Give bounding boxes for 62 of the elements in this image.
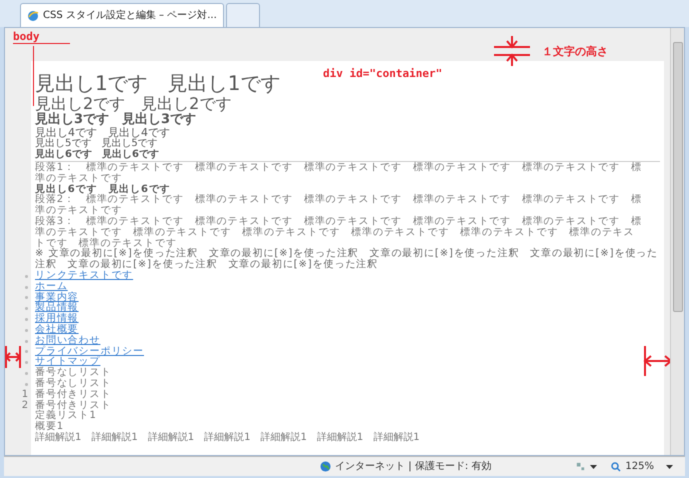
char-height-label: １文字の高さ xyxy=(542,44,608,60)
container-label: div id="container" xyxy=(323,66,442,82)
bullet-icon xyxy=(25,340,28,343)
definition-detail: 詳細解説1 xyxy=(260,432,307,444)
link[interactable]: 事業内容 xyxy=(35,292,79,304)
border-line xyxy=(33,46,34,106)
bullet-icon xyxy=(25,286,28,289)
body-label: body xyxy=(13,30,70,44)
zoom-level-button[interactable]: 125% xyxy=(625,459,654,474)
heading-text: 見出し3です 見出し3です xyxy=(35,113,196,127)
list-number: 1 xyxy=(21,390,29,400)
definition-summary: 概要1 xyxy=(35,422,64,432)
bullet-icon xyxy=(25,274,28,278)
security-zone-text: インターネット | 保護モード: 有効 xyxy=(335,460,492,474)
scroll-thumb[interactable] xyxy=(672,42,682,312)
note-text: ※ 文章の最初に[※]を使った注釈 文章の最初に[※]を使った注釈 文章の最初に[※]を使った注釈 文章の最初に[※]を使った注釈 文章の最初に[※]を使った注釈 文章の最初に[※]を使った注釈 xyxy=(35,249,659,270)
link[interactable]: リンクテキストです xyxy=(35,270,134,282)
definition-detail: 詳細解説1 xyxy=(373,432,420,444)
browser-logo-icon xyxy=(27,10,39,22)
margin-arrow-icon xyxy=(643,346,670,376)
bullet-icon xyxy=(25,350,28,354)
caret-icon xyxy=(590,464,598,468)
margin-arrow-icon xyxy=(5,346,21,368)
bullet-icon xyxy=(25,307,28,310)
list-item: 番号なしリスト xyxy=(35,378,112,389)
definition-term: 定義リスト1 xyxy=(35,411,98,422)
paragraph-text: 段落2： 標準のテキストです 標準のテキストです 標準のテキストです 標準のテキストです 標準のテキストです 標準のテキストです xyxy=(35,195,643,216)
bullet-icon xyxy=(25,361,28,364)
definition-detail: 詳細解説1 xyxy=(91,432,138,444)
heading-text: 見出し4です 見出し4です xyxy=(35,127,170,138)
heading-text: 見出し1です 見出し1です xyxy=(35,70,280,95)
paragraph-text: 段落3： 標準のテキストです 標準のテキストです 標準のテキストです 標準のテキストです 標準のテキストです 標準のテキストです 標準のテキストです 標準のテキストです 標準のテキストです 標準のテキストです 標準のテキストです 標準のテキストです xyxy=(35,216,643,249)
link[interactable]: お問い合わせ xyxy=(35,336,100,347)
link[interactable]: 会社概要 xyxy=(35,324,79,336)
list-item: 番号付きリスト xyxy=(35,400,112,411)
list-number: 2 xyxy=(21,400,29,412)
zoom-icon xyxy=(611,462,622,472)
bullet-icon xyxy=(25,382,28,386)
globe-icon xyxy=(320,461,332,472)
definition-detail: 詳細解説1 xyxy=(316,432,364,444)
browser-tab[interactable]: CSS スタイル設定と編集 – ページ対... xyxy=(20,3,224,27)
list-item: 番号なしリスト xyxy=(35,368,112,378)
bullet-icon xyxy=(25,372,28,376)
heading-text: 見出し2です 見出し2です xyxy=(35,95,232,113)
height-arrows-icon xyxy=(494,36,530,66)
heading-text: 見出し5です 見出し5です xyxy=(35,138,158,149)
bullet-icon xyxy=(25,296,28,300)
paragraph-text: 段落1： 標準のテキストです 標準のテキストです 標準のテキストです 標準のテキストです 標準のテキストです 標準のテキストです xyxy=(35,163,643,184)
new-tab-button[interactable] xyxy=(226,3,260,27)
link[interactable]: プライバシーポリシー xyxy=(35,346,144,358)
heading-text: 見出し6です 見出し6です xyxy=(35,184,172,195)
definition-detail: 詳細解説1 xyxy=(204,432,250,444)
definition-detail: 詳細解説1 xyxy=(148,432,194,444)
bullet-icon xyxy=(25,318,28,322)
link[interactable]: 採用情報 xyxy=(35,314,79,325)
definition-detail: 詳細解説1 xyxy=(35,432,82,444)
list-item: 番号付きリスト xyxy=(35,390,112,400)
bullet-icon xyxy=(25,328,28,332)
scrollbar[interactable] xyxy=(670,28,684,455)
heading-text: 見出し6です 見出し6です xyxy=(35,149,159,160)
caret-icon xyxy=(666,464,673,468)
link[interactable]: ホーム xyxy=(35,282,68,293)
